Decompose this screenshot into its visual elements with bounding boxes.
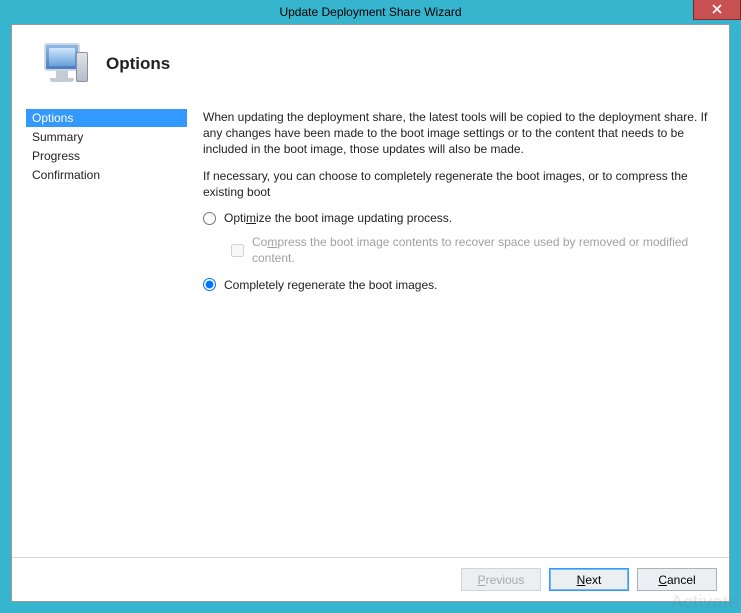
radio-optimize-row[interactable]: Optimize the boot image updating process… [203, 210, 715, 226]
step-summary[interactable]: Summary [26, 128, 187, 146]
radio-regenerate-row[interactable]: Completely regenerate the boot images. [203, 277, 715, 293]
title-bar[interactable]: Update Deployment Share Wizard [11, 0, 730, 24]
step-options[interactable]: Options [26, 109, 187, 127]
window-title: Update Deployment Share Wizard [279, 5, 461, 19]
wizard-body: Options Summary Progress Confirmation Wh… [12, 99, 729, 557]
radio-optimize[interactable] [203, 212, 216, 225]
radio-regenerate[interactable] [203, 278, 216, 291]
step-confirmation[interactable]: Confirmation [26, 166, 187, 184]
close-button[interactable] [693, 0, 741, 20]
intro-text-2: If necessary, you can choose to complete… [203, 168, 715, 200]
radio-regenerate-label: Completely regenerate the boot images. [224, 277, 437, 293]
checkbox-compress-row: Compress the boot image contents to reco… [231, 234, 715, 266]
wizard-window: Options Options Summary Progress Confirm… [11, 24, 730, 602]
wizard-footer: Previous Next Cancel [12, 557, 729, 601]
radio-optimize-label: Optimize the boot image updating process… [224, 210, 452, 226]
previous-button: Previous [461, 568, 541, 591]
cancel-button[interactable]: Cancel [637, 568, 717, 591]
checkbox-compress-label: Compress the boot image contents to reco… [252, 234, 715, 266]
wizard-header: Options [12, 25, 729, 99]
window-frame: Update Deployment Share Wizard Options O… [0, 0, 741, 613]
computer-icon [42, 43, 88, 85]
step-progress[interactable]: Progress [26, 147, 187, 165]
wizard-content: When updating the deployment share, the … [187, 99, 719, 557]
page-title: Options [106, 54, 170, 74]
close-icon [712, 3, 722, 17]
next-button[interactable]: Next [549, 568, 629, 591]
intro-text-1: When updating the deployment share, the … [203, 109, 715, 158]
sidebar-steps: Options Summary Progress Confirmation [12, 99, 187, 557]
checkbox-compress [231, 244, 244, 257]
